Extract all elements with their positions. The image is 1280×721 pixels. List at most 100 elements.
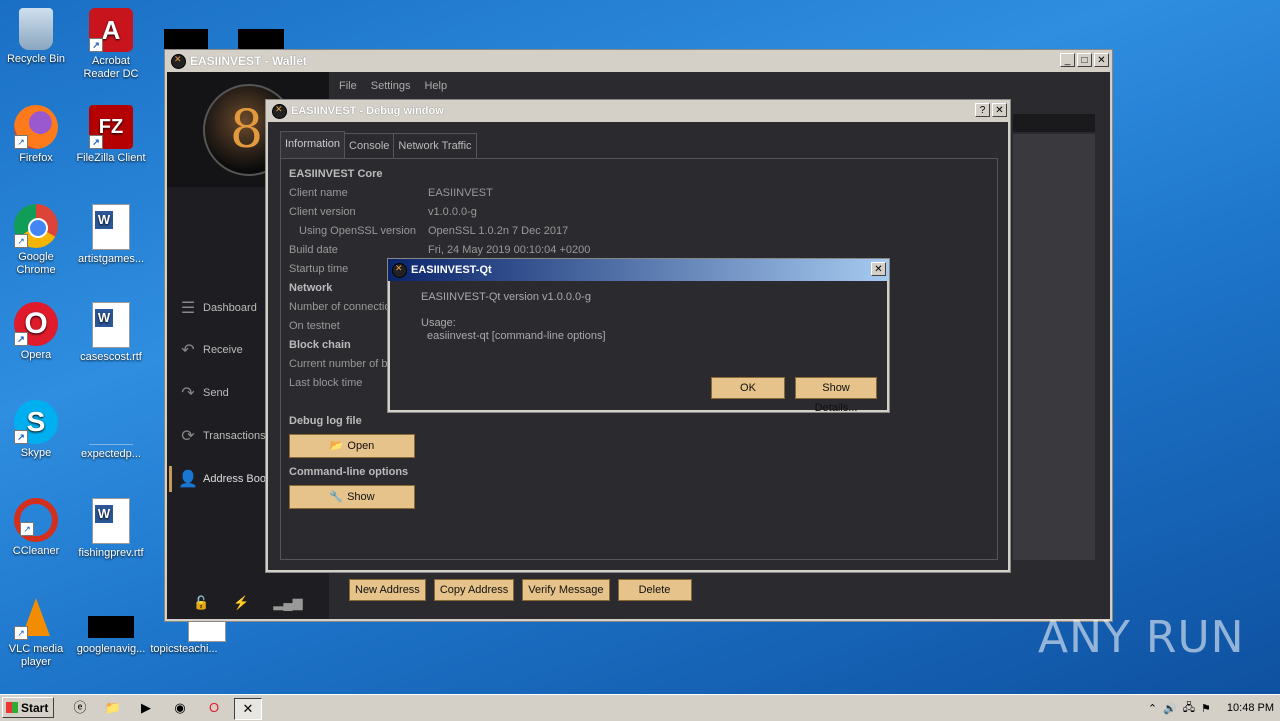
blockchain-heading: Block chain xyxy=(289,339,351,351)
recycle-bin-icon xyxy=(19,8,53,50)
network-heading: Network xyxy=(289,282,333,294)
desktop-icon-chrome[interactable]: ↗ Google Chrome xyxy=(0,204,74,277)
startup-row: Startup time xyxy=(289,263,349,275)
transactions-icon: ⟳ xyxy=(181,428,195,445)
media-player-icon[interactable]: ▶ xyxy=(136,698,156,718)
maximize-button[interactable]: □ xyxy=(1077,53,1092,67)
lock-icon[interactable]: 🔓 xyxy=(193,595,209,611)
vlc-icon: ↗ xyxy=(14,596,58,640)
client-version-row: Client version v1.0.0.0-g xyxy=(289,206,477,218)
address-actions: New Address Copy Address Verify Message … xyxy=(349,579,692,601)
redacted-box xyxy=(238,29,284,49)
chrome-icon: ↗ xyxy=(14,204,58,248)
desktop-icon-opera[interactable]: O ↗ Opera xyxy=(0,302,74,362)
easiinvest-taskbar-icon[interactable]: ✕ xyxy=(234,698,262,720)
dialog-title: EASIINVEST-Qt xyxy=(411,264,492,276)
desktop-icon-acrobat[interactable]: A ↗ Acrobat Reader DC xyxy=(73,8,149,81)
cmdline-heading: Command-line options xyxy=(289,466,409,478)
sidebar-item-address-book[interactable]: 👤 Address Book xyxy=(177,469,271,489)
desktop-icon-googlenavig[interactable]: googlenavig... xyxy=(73,596,149,656)
table-header xyxy=(1013,114,1095,132)
desktop-icon-casescost[interactable]: W casescost.rtf xyxy=(73,302,149,364)
usage-label: Usage: xyxy=(421,317,456,329)
explorer-icon[interactable]: 📁 xyxy=(103,698,123,718)
core-heading: EASIINVEST Core xyxy=(289,168,383,180)
wallet-title: EASIINVEST - Wallet xyxy=(190,54,307,68)
dialog-body: EASIINVEST-Qt version v1.0.0.0-g Usage: … xyxy=(390,281,887,414)
anyrun-watermark: ANY RUN xyxy=(1038,612,1245,663)
start-button[interactable]: Start xyxy=(2,697,54,718)
address-book-icon: 👤 xyxy=(178,471,198,488)
version-text: EASIINVEST-Qt version v1.0.0.0-g xyxy=(421,291,591,303)
volume-icon[interactable]: 🔊 xyxy=(1163,702,1177,715)
desktop-icon-artistgames[interactable]: W artistgames... xyxy=(73,204,149,266)
last-block-row: Last block time xyxy=(289,377,363,389)
file-icon xyxy=(88,596,134,640)
client-name-value: EASIINVEST xyxy=(428,187,493,199)
receive-icon: ↶ xyxy=(181,342,195,359)
close-button[interactable]: ✕ xyxy=(871,262,886,276)
close-button[interactable]: ✕ xyxy=(1094,53,1109,67)
word-doc-icon: W xyxy=(92,204,130,250)
copy-address-button[interactable]: Copy Address xyxy=(433,579,515,601)
opera-taskbar-icon[interactable]: O xyxy=(204,698,224,718)
app-logo-icon xyxy=(171,53,186,69)
address-table[interactable] xyxy=(1013,134,1095,560)
menu-settings[interactable]: Settings xyxy=(371,80,411,92)
debug-titlebar[interactable]: EASIINVEST - Debug window ? ✕ xyxy=(266,100,1010,122)
debug-title: EASIINVEST - Debug window xyxy=(291,105,444,117)
tab-console[interactable]: Console xyxy=(344,133,395,158)
staking-icon[interactable]: ⚡ xyxy=(233,595,249,611)
word-doc-icon: W xyxy=(92,302,130,348)
show-details-button[interactable]: Show Details... xyxy=(795,377,877,414)
desktop-icon-ccleaner[interactable]: ↗ CCleaner xyxy=(0,498,74,558)
desktop-icon-skype[interactable]: S ↗ Skype xyxy=(0,400,74,460)
open-log-button[interactable]: 📂 Open xyxy=(289,434,415,458)
debug-tabs: Information Console Network Traffic xyxy=(280,131,477,158)
system-tray: ⌃ 🔊 🖧 ⚑ 10:48 PM xyxy=(1142,697,1280,719)
help-button[interactable]: ? xyxy=(975,103,990,117)
close-button[interactable]: ✕ xyxy=(992,103,1007,117)
menu-file[interactable]: File xyxy=(339,80,357,92)
desktop-icon-filezilla[interactable]: FZ ↗ FileZilla Client xyxy=(73,105,149,165)
filezilla-icon: FZ ↗ xyxy=(89,105,133,149)
sidebar-item-receive[interactable]: ↶ Receive xyxy=(177,340,242,360)
openssl-value: OpenSSL 1.0.2n 7 Dec 2017 xyxy=(428,225,569,237)
tray-expand-icon[interactable]: ⌃ xyxy=(1148,702,1157,715)
build-date-row: Build date Fri, 24 May 2019 00:10:04 +020… xyxy=(289,244,591,256)
desktop-icon-expectedp[interactable]: expectedp... xyxy=(73,400,149,461)
tab-information[interactable]: Information xyxy=(280,131,346,158)
firefox-icon: ↗ xyxy=(14,105,58,149)
new-address-button[interactable]: New Address xyxy=(349,579,426,601)
sidebar-item-send[interactable]: ↷ Send xyxy=(177,383,228,403)
wrench-icon: 🔧 xyxy=(329,491,344,503)
about-dialog: EASIINVEST-Qt ✕ EASIINVEST-Qt version v1… xyxy=(387,258,890,414)
blocks-row: Current number of b xyxy=(289,358,388,370)
desktop-icon-fishingprev[interactable]: W fishingprev.rtf xyxy=(73,498,149,560)
sidebar-item-transactions[interactable]: ⟳ Transactions xyxy=(177,426,265,446)
flag-icon[interactable]: ⚑ xyxy=(1201,702,1211,715)
network-icon[interactable]: 🖧 xyxy=(1183,699,1195,718)
tab-network-traffic[interactable]: Network Traffic xyxy=(393,133,477,158)
minimize-button[interactable]: _ xyxy=(1060,53,1075,67)
ok-button[interactable]: OK xyxy=(711,377,785,399)
taskbar: Start ⓔ 📁 ▶ ◉ O ✕ ⌃ 🔊 🖧 ⚑ 10:48 PM xyxy=(0,694,1280,721)
desktop-icon-firefox[interactable]: ↗ Firefox xyxy=(0,105,74,165)
menu-help[interactable]: Help xyxy=(424,80,447,92)
dialog-titlebar[interactable]: EASIINVEST-Qt ✕ xyxy=(388,259,889,281)
sidebar-item-dashboard[interactable]: ☰ Dashboard xyxy=(177,298,257,318)
desktop-icon-recycle-bin[interactable]: Recycle Bin xyxy=(0,8,74,66)
clock[interactable]: 10:48 PM xyxy=(1227,702,1274,714)
ie-icon[interactable]: ⓔ xyxy=(70,698,90,718)
client-name-row: Client name EASIINVEST xyxy=(289,187,493,199)
signal-icon[interactable]: ▂▄▆ xyxy=(273,595,302,611)
debug-log-heading: Debug log file xyxy=(289,415,362,427)
wallet-titlebar[interactable]: EASIINVEST - Wallet _ □ ✕ xyxy=(165,50,1112,72)
show-cmdline-button[interactable]: 🔧 Show xyxy=(289,485,415,509)
usage-text: easiinvest-qt [command-line options] xyxy=(427,330,606,342)
delete-button[interactable]: Delete xyxy=(617,579,692,601)
desktop-icon-vlc[interactable]: ↗ VLC media player xyxy=(0,596,74,669)
chrome-taskbar-icon[interactable]: ◉ xyxy=(170,698,190,718)
verify-message-button[interactable]: Verify Message xyxy=(522,579,610,601)
dashboard-icon: ☰ xyxy=(180,300,196,317)
